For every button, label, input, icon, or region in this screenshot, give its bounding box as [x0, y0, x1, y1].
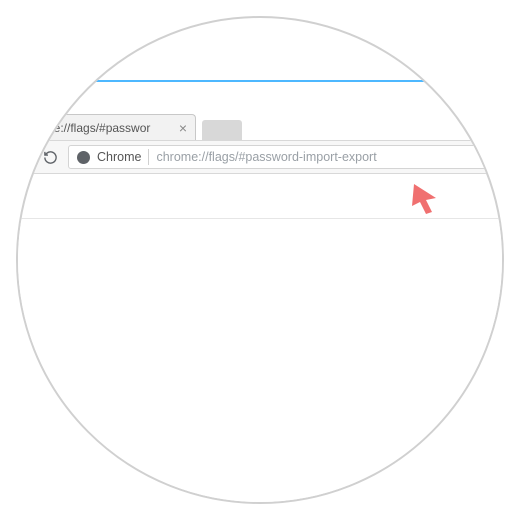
window-accent-bar [16, 80, 504, 82]
browser-toolbar: Chrome chrome://flags/#password-import-e… [16, 140, 504, 174]
circular-viewport: ne://flags/#passwor × Chrome chrome://fl… [16, 16, 504, 504]
tab-title: ne://flags/#passwor [47, 121, 173, 135]
active-tab[interactable]: ne://flags/#passwor × [36, 114, 196, 140]
browser-window: ne://flags/#passwor × Chrome chrome://fl… [16, 80, 504, 504]
page-content [16, 218, 504, 504]
address-bar[interactable]: Chrome chrome://flags/#password-import-e… [68, 145, 504, 169]
tab-strip: ne://flags/#passwor × [16, 112, 504, 140]
new-tab-button[interactable] [202, 120, 242, 140]
url-text: chrome://flags/#password-import-export [156, 150, 376, 164]
reload-icon[interactable] [42, 149, 58, 165]
chrome-icon [77, 151, 90, 164]
annotation-arrow-icon [408, 180, 444, 216]
security-label: Chrome [97, 150, 141, 164]
content-divider [16, 218, 504, 219]
omnibox-divider [148, 149, 149, 165]
close-icon[interactable]: × [179, 121, 187, 135]
